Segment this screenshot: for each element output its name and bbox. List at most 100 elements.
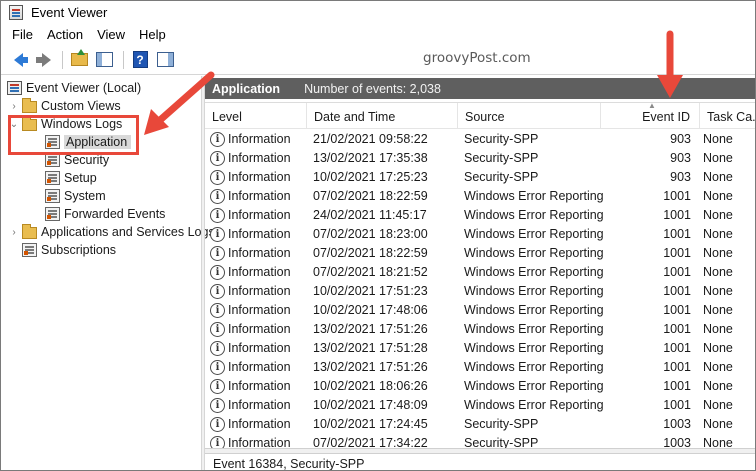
date-cell: 07/02/2021 18:21:52 — [313, 265, 428, 279]
event-id-cell: 1001 — [663, 208, 691, 222]
table-row[interactable]: i Information 07/02/2021 18:21:52 Windows E… — [205, 263, 755, 282]
tree-item-subscriptions[interactable]: Subscriptions — [22, 241, 116, 259]
event-count: Number of events: 2,038 — [304, 81, 441, 96]
table-row[interactable]: i Information 07/02/2021 17:34:22 Security-… — [205, 434, 755, 448]
task-category-cell: None — [703, 227, 733, 241]
information-icon: i — [210, 284, 225, 299]
table-row[interactable]: i Information 10/02/2021 18:06:26 Windows E… — [205, 377, 755, 396]
event-id-cell: 1001 — [663, 360, 691, 374]
table-row[interactable]: i Information 07/02/2021 18:22:59 Windows E… — [205, 187, 755, 206]
tree-item-windows-logs[interactable]: ⌄ Windows Logs — [9, 115, 122, 133]
tree-item-security[interactable]: Security — [45, 151, 109, 169]
table-row[interactable]: i Information 10/02/2021 17:48:06 Windows E… — [205, 301, 755, 320]
table-row[interactable]: i Information 13/02/2021 17:51:26 Windows E… — [205, 358, 755, 377]
table-row[interactable]: i Information 10/02/2021 17:25:23 Security-… — [205, 168, 755, 187]
column-header-task-category[interactable]: Task Ca... — [700, 103, 755, 129]
task-category-cell: None — [703, 360, 733, 374]
chevron-right-icon[interactable]: › — [9, 101, 19, 112]
log-icon — [45, 153, 60, 167]
tree-item-apps-services[interactable]: › Applications and Services Logs — [9, 223, 215, 241]
title-bar: Event Viewer — [1, 1, 755, 24]
event-id-cell: 1001 — [663, 227, 691, 241]
date-cell: 24/02/2021 11:45:17 — [313, 208, 427, 222]
table-row[interactable]: i Information 13/02/2021 17:51:26 Windows E… — [205, 320, 755, 339]
tree-item-system[interactable]: System — [45, 187, 106, 205]
task-category-cell: None — [703, 265, 733, 279]
level-cell: i Information — [210, 339, 310, 358]
event-id-cell: 1001 — [663, 303, 691, 317]
log-icon — [45, 135, 60, 149]
show-hide-tree-button[interactable] — [93, 49, 115, 71]
console-tree: Event Viewer (Local) › Custom Views ⌄ Wi… — [1, 76, 215, 470]
information-icon: i — [210, 322, 225, 337]
event-viewer-icon — [7, 81, 22, 95]
event-id-cell: 1001 — [663, 265, 691, 279]
event-id-cell: 1001 — [663, 341, 691, 355]
level-cell: i Information — [210, 396, 310, 415]
task-category-cell: None — [703, 170, 733, 184]
level-text: Information — [228, 151, 291, 165]
information-icon: i — [210, 398, 225, 413]
toolbar-separator — [62, 50, 63, 69]
information-icon: i — [210, 246, 225, 261]
watermark: groovyPost.com — [423, 50, 531, 66]
table-row[interactable]: i Information 10/02/2021 17:48:09 Windows E… — [205, 396, 755, 415]
date-cell: 13/02/2021 17:35:38 — [313, 151, 428, 165]
up-folder-button[interactable] — [68, 49, 90, 71]
source-cell: Windows Error Reporting — [464, 360, 604, 374]
source-cell: Windows Error Reporting — [464, 227, 604, 241]
task-category-cell: None — [703, 436, 733, 448]
source-cell: Windows Error Reporting — [464, 208, 604, 222]
menu-action[interactable]: Action — [40, 27, 90, 42]
table-row[interactable]: i Information 07/02/2021 18:23:00 Windows E… — [205, 225, 755, 244]
chevron-right-icon[interactable]: › — [9, 227, 19, 238]
menu-help[interactable]: Help — [132, 27, 173, 42]
table-row[interactable]: i Information 24/02/2021 11:45:17 Windows E… — [205, 206, 755, 225]
sort-ascending-icon: ▲ — [648, 102, 656, 110]
table-row[interactable]: i Information 10/02/2021 17:51:23 Windows E… — [205, 282, 755, 301]
table-row[interactable]: i Information 21/02/2021 09:58:22 Security-… — [205, 130, 755, 149]
source-cell: Windows Error Reporting — [464, 246, 604, 260]
forward-button[interactable] — [32, 49, 54, 71]
information-icon: i — [210, 417, 225, 432]
menu-view[interactable]: View — [90, 27, 132, 42]
table-row[interactable]: i Information 10/02/2021 17:24:45 Security-… — [205, 415, 755, 434]
help-button[interactable]: ? — [129, 49, 151, 71]
table-row[interactable]: i Information 13/02/2021 17:35:38 Security-… — [205, 149, 755, 168]
level-text: Information — [228, 360, 291, 374]
chevron-down-icon[interactable]: ⌄ — [9, 119, 19, 130]
column-header-date[interactable]: Date and Time — [307, 103, 458, 129]
subscriptions-icon — [22, 243, 37, 257]
tree-item-root[interactable]: Event Viewer (Local) — [7, 79, 141, 97]
tree-label: Custom Views — [41, 99, 121, 113]
event-id-cell: 1001 — [663, 398, 691, 412]
back-icon — [13, 52, 28, 67]
back-button[interactable] — [7, 49, 29, 71]
information-icon: i — [210, 170, 225, 185]
show-hide-action-pane-button[interactable] — [154, 49, 176, 71]
level-text: Information — [228, 284, 291, 298]
table-row[interactable]: i Information 07/02/2021 18:22:59 Windows E… — [205, 244, 755, 263]
event-details-pane: Event 16384, Security-SPP — [205, 453, 755, 470]
column-header-source[interactable]: Source — [458, 103, 601, 129]
date-cell: 10/02/2021 17:24:45 — [313, 417, 428, 431]
task-category-cell: None — [703, 417, 733, 431]
date-cell: 13/02/2021 17:51:28 — [313, 341, 428, 355]
tree-item-forwarded-events[interactable]: Forwarded Events — [45, 205, 165, 223]
date-cell: 13/02/2021 17:51:26 — [313, 360, 428, 374]
folder-icon — [22, 116, 37, 131]
level-text: Information — [228, 398, 291, 412]
date-cell: 10/02/2021 17:51:23 — [313, 284, 428, 298]
column-header-level[interactable]: Level — [205, 103, 307, 129]
information-icon: i — [210, 208, 225, 223]
event-id-cell: 903 — [670, 151, 691, 165]
information-icon: i — [210, 360, 225, 375]
tree-item-setup[interactable]: Setup — [45, 169, 97, 187]
menu-file[interactable]: File — [5, 27, 40, 42]
tree-item-custom-views[interactable]: › Custom Views — [9, 97, 121, 115]
tree-item-application[interactable]: Application — [45, 133, 132, 151]
table-row[interactable]: i Information 13/02/2021 17:51:28 Windows E… — [205, 339, 755, 358]
date-cell: 07/02/2021 18:22:59 — [313, 246, 428, 260]
level-text: Information — [228, 265, 291, 279]
tree-label: Application — [64, 135, 132, 149]
